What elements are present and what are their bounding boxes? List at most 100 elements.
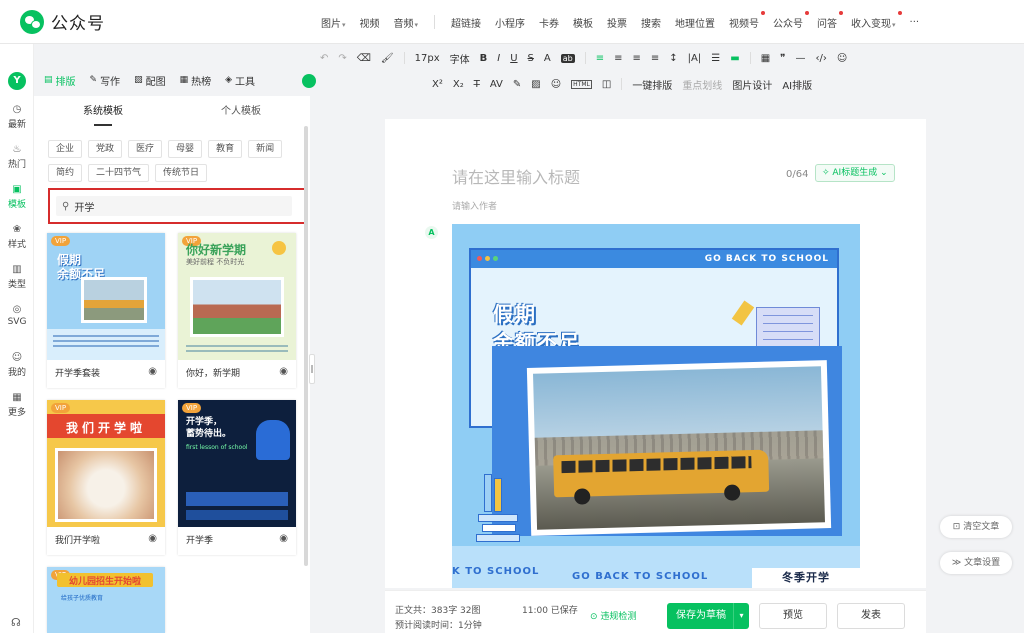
format-brush-icon[interactable]: 🖌	[381, 53, 394, 64]
category-chip[interactable]: 党政	[88, 140, 123, 158]
redo-icon[interactable]: ↷	[338, 53, 346, 64]
bold-icon[interactable]: B	[480, 53, 488, 64]
emoji-dropdown-icon[interactable]: ☺	[551, 79, 561, 90]
menu-channels[interactable]: 视频号	[722, 10, 766, 30]
image-icon[interactable]: ▨	[531, 79, 540, 90]
title-input[interactable]: 请在这里输入标题	[452, 164, 580, 188]
rail-item-type[interactable]: ▥ 类型	[0, 264, 34, 290]
tab-personal-templates[interactable]: 个人模板	[172, 104, 310, 126]
emoji-icon[interactable]: ☺	[837, 53, 847, 64]
search-input[interactable]	[74, 200, 275, 212]
panel-resize-handle[interactable]: ‖	[309, 354, 315, 384]
save-draft-button[interactable]: 保存为草稿 ▾	[667, 603, 749, 629]
plugin-logo-icon[interactable]: Y	[8, 72, 26, 90]
tab-writing[interactable]: ✎ 写作	[90, 73, 121, 88]
category-chip[interactable]: 二十四节气	[88, 164, 150, 182]
article-settings-button[interactable]: ≫ 文章设置	[940, 552, 1012, 574]
menu-video[interactable]: 视频	[353, 15, 387, 30]
tab-hotlist[interactable]: ▦ 热榜	[180, 73, 212, 88]
font-color-icon[interactable]: A	[544, 53, 551, 64]
ai-assist-icon[interactable]: A	[425, 226, 438, 239]
letter-spacing-icon[interactable]: |A|	[688, 53, 702, 64]
category-chip[interactable]: 教育	[208, 140, 243, 158]
rail-item-more[interactable]: ▦ 更多	[0, 392, 34, 418]
ai-title-button[interactable]: ✧ AI标题生成 ⌄	[815, 164, 895, 182]
menu-coupon[interactable]: 卡券	[532, 15, 566, 30]
highlight-mark-button[interactable]: 重点划线	[682, 77, 722, 92]
panel-toggle[interactable]	[302, 74, 316, 88]
tab-tools[interactable]: ◈ 工具	[225, 73, 255, 88]
category-chip[interactable]: 传统节日	[155, 164, 208, 182]
publish-button[interactable]: 发表	[837, 603, 905, 629]
strikethrough-icon[interactable]: S	[528, 53, 534, 64]
align-left-icon[interactable]: ≡	[596, 53, 604, 64]
violation-check-button[interactable]: ⊙ 违规检测	[590, 609, 636, 622]
undo-icon[interactable]: ↶	[320, 53, 328, 64]
italic-icon[interactable]: I	[497, 53, 500, 64]
preview-eye-icon[interactable]: ◉	[279, 533, 288, 544]
subscript-icon[interactable]: X₂	[453, 79, 464, 90]
camera-icon[interactable]: ◫	[602, 79, 611, 90]
html-icon[interactable]: HTML	[571, 79, 592, 89]
rail-item-style[interactable]: ❀ 样式	[0, 224, 34, 250]
rail-item-hot[interactable]: ♨ 热门	[0, 144, 34, 170]
align-right-icon[interactable]: ≡	[633, 53, 641, 64]
template-card[interactable]: VIP 幼儿园招生开始啦 给孩子优质教育	[47, 567, 165, 633]
author-input[interactable]: 请输入作者	[452, 199, 497, 212]
image-design-button[interactable]: 图片设计	[732, 77, 772, 92]
underline-icon[interactable]: U	[510, 53, 517, 64]
list-icon[interactable]: ☰	[711, 53, 720, 64]
category-chip[interactable]: 医疗	[128, 140, 163, 158]
quote-icon[interactable]: ❞	[780, 53, 785, 64]
indent-icon[interactable]: ≡	[651, 53, 659, 64]
menu-monetize[interactable]: 收入变现	[844, 10, 903, 30]
magic-wand-icon[interactable]: ✎	[513, 79, 521, 90]
tab-layout[interactable]: ▤ 排版	[44, 73, 76, 88]
menu-search[interactable]: 搜索	[634, 15, 668, 30]
clear-article-button[interactable]: ⊡ 清空文章	[940, 516, 1012, 538]
horizontal-line-icon[interactable]: —	[796, 53, 806, 64]
category-chip[interactable]: 企业	[48, 140, 83, 158]
tab-illustration[interactable]: ▨ 配图	[134, 73, 166, 88]
menu-location[interactable]: 地理位置	[668, 15, 722, 30]
menu-qa[interactable]: 问答	[810, 10, 844, 30]
rail-item-svg[interactable]: ◎ SVG	[0, 304, 34, 327]
menu-official-account[interactable]: 公众号	[766, 10, 810, 30]
category-chip[interactable]: 母婴	[168, 140, 203, 158]
preview-button[interactable]: 预览	[759, 603, 827, 629]
template-card[interactable]: VIP 你好新学期 美好前程 不负时光 你好，新学期 ◉	[178, 233, 296, 388]
menu-image[interactable]: 图片	[314, 15, 353, 30]
brand[interactable]: 公众号	[20, 9, 105, 34]
ai-layout-button[interactable]: AI排版	[782, 77, 812, 92]
chevron-down-icon[interactable]: ▾	[733, 603, 749, 629]
one-click-layout-button[interactable]: 一键排版	[632, 77, 672, 92]
eraser-icon[interactable]: ⌫	[357, 53, 371, 64]
font-family-select[interactable]: 字体	[450, 51, 470, 66]
code-icon[interactable]: ‹/›	[816, 53, 827, 64]
rail-item-latest[interactable]: ◷ 最新	[0, 104, 34, 130]
line-height-icon[interactable]: ↕	[669, 53, 677, 64]
clear-format-icon[interactable]: T̶	[474, 79, 480, 90]
headset-icon[interactable]: ☊	[11, 616, 21, 629]
category-chip[interactable]: 新闻	[248, 140, 283, 158]
menu-miniprogram[interactable]: 小程序	[488, 15, 532, 30]
menu-audio[interactable]: 音频	[387, 15, 426, 30]
letter-spacing-av-icon[interactable]: AV	[490, 79, 503, 90]
rail-item-template[interactable]: ▣ 模板	[0, 184, 34, 210]
superscript-icon[interactable]: X²	[432, 79, 443, 90]
align-center-icon[interactable]: ≡	[614, 53, 622, 64]
tab-system-templates[interactable]: 系统模板	[34, 104, 172, 126]
preview-eye-icon[interactable]: ◉	[148, 533, 157, 544]
cover-poster[interactable]: GO BACK TO SCHOOL 假期 余额不足 K TO SCHOOL GO…	[452, 224, 860, 588]
panel-scrollbar[interactable]	[304, 126, 308, 566]
preview-eye-icon[interactable]: ◉	[148, 366, 157, 377]
divider-color-icon[interactable]: ▬	[730, 53, 739, 64]
menu-hyperlink[interactable]: 超链接	[444, 15, 488, 30]
template-card[interactable]: VIP 假期 余额不足 开学季套装 ◉	[47, 233, 165, 388]
background-color-icon[interactable]: ab	[560, 53, 575, 63]
template-card[interactable]: VIP 我们开学啦 我们开学啦 ◉	[47, 400, 165, 555]
font-size-select[interactable]: 17px	[415, 53, 440, 64]
menu-template[interactable]: 模板	[566, 15, 600, 30]
category-chip[interactable]: 简约	[48, 164, 83, 182]
more-menu-button[interactable]: ···	[903, 17, 927, 28]
